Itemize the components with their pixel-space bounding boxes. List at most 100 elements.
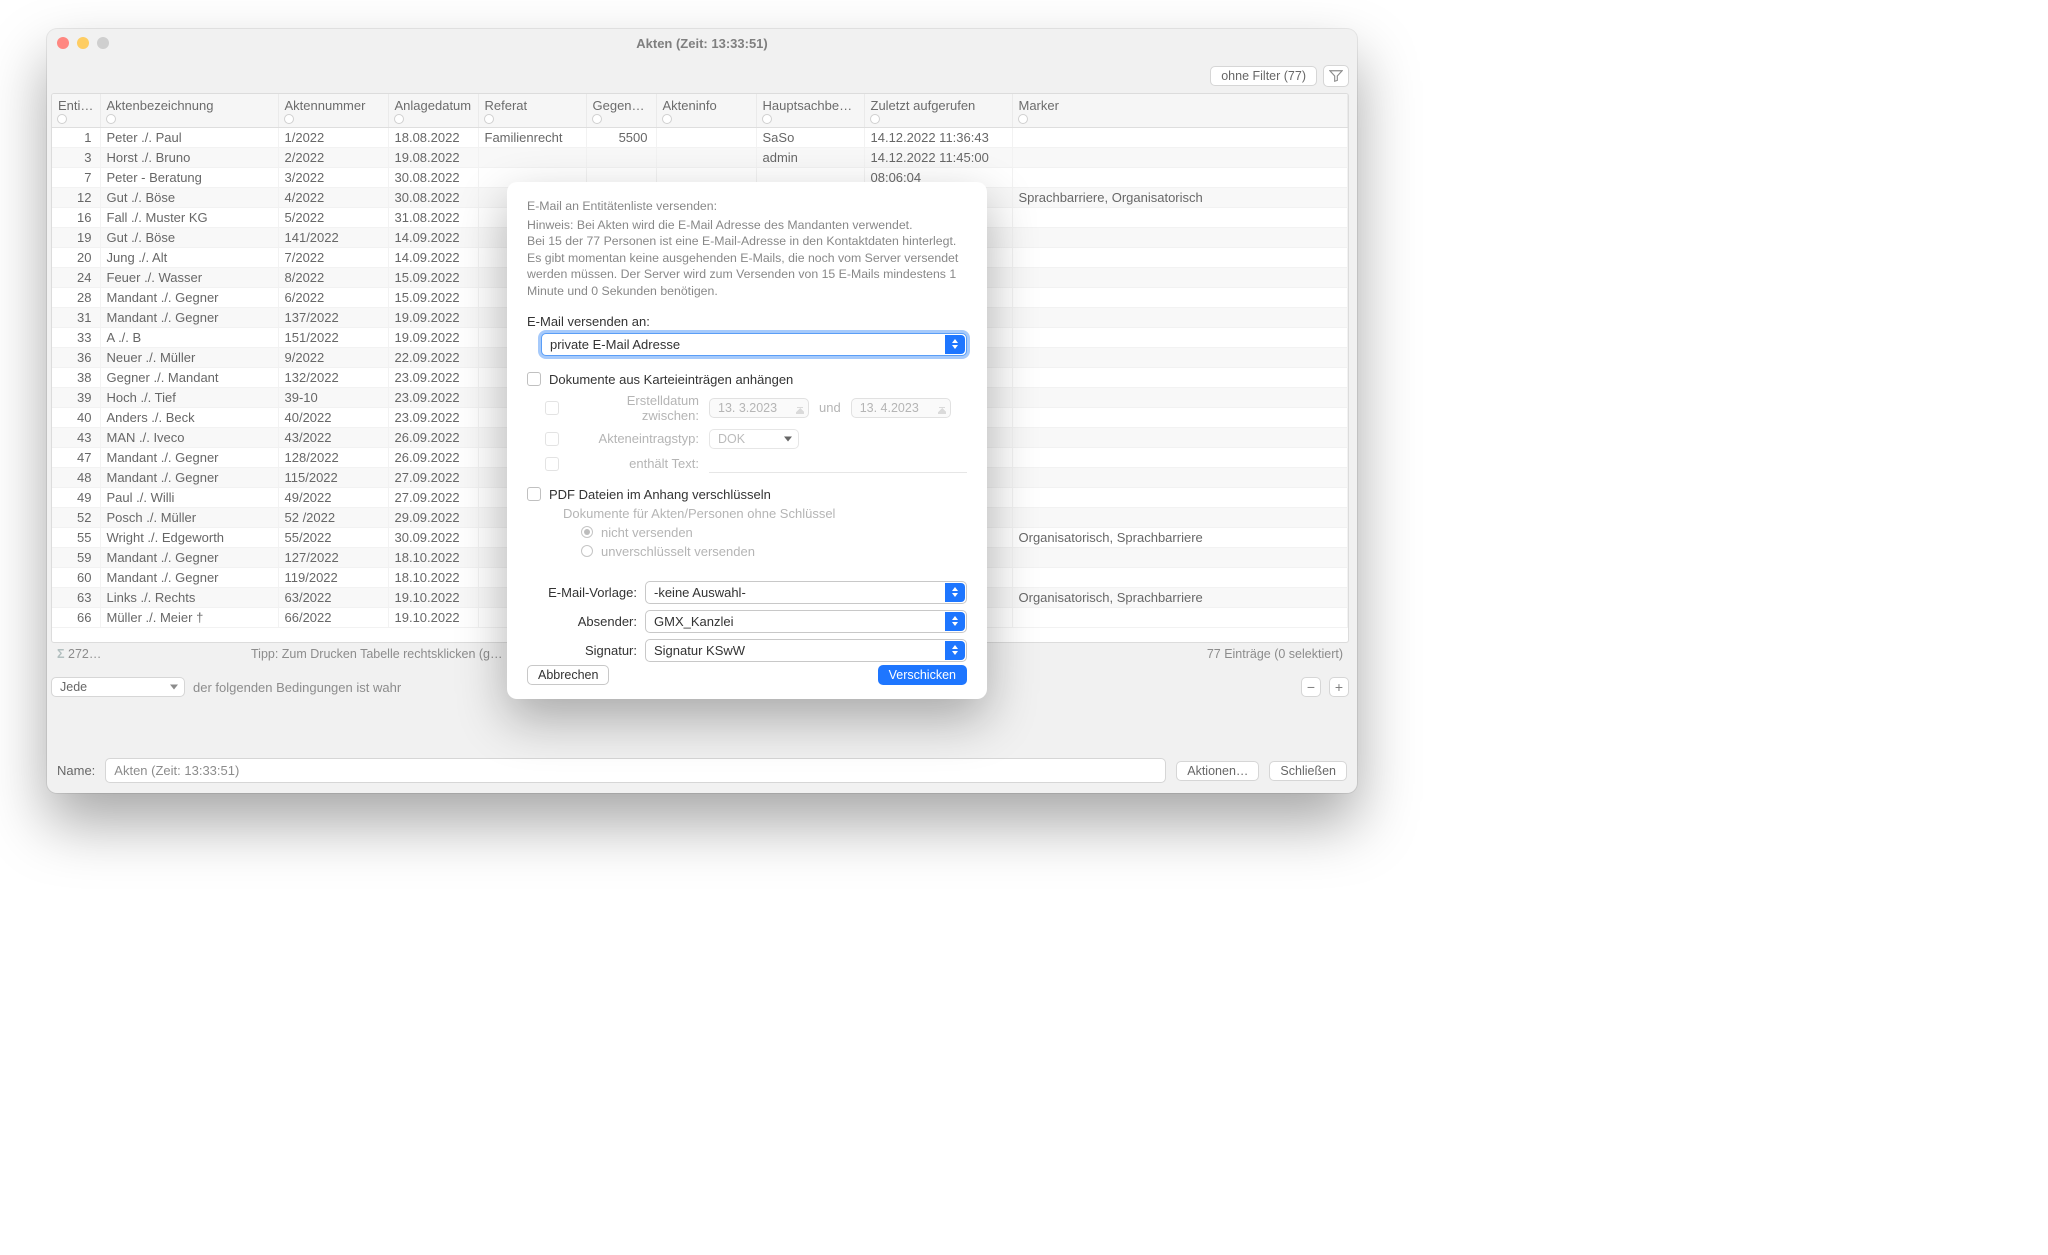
cell-bez: Mandant ./. Gegner: [100, 568, 278, 588]
column-header[interactable]: Entit…: [52, 94, 100, 128]
cell-bez: Peter - Beratung: [100, 168, 278, 188]
cell-dat: 19.10.2022: [388, 588, 478, 608]
filter-label: ohne Filter (77): [1221, 69, 1306, 83]
cell-mark: [1012, 568, 1348, 588]
cell-dat: 26.09.2022: [388, 428, 478, 448]
cell-dat: 19.08.2022: [388, 148, 478, 168]
email-modal: E-Mail an Entitätenliste versenden: Hinw…: [507, 182, 987, 699]
cell-bez: Feuer ./. Wasser: [100, 268, 278, 288]
cell-mark: [1012, 148, 1348, 168]
filter-icon-button[interactable]: [1323, 65, 1349, 87]
cell-dat: 15.09.2022: [388, 268, 478, 288]
cell-nr: 1/2022: [278, 128, 388, 148]
contains-checkbox: [545, 457, 559, 471]
cell-nr: 9/2022: [278, 348, 388, 368]
condition-text: der folgenden Bedingungen ist wahr: [193, 680, 401, 695]
column-header[interactable]: Aktenbezeichnung: [100, 94, 278, 128]
cell-nr: 5/2022: [278, 208, 388, 228]
cell-id: 16: [52, 208, 100, 228]
cell-bez: MAN ./. Iveco: [100, 428, 278, 448]
column-header[interactable]: Referat: [478, 94, 586, 128]
close-label: Schließen: [1280, 764, 1336, 778]
cell-nr: 63/2022: [278, 588, 388, 608]
nokey-label: Dokumente für Akten/Personen ohne Schlüs…: [563, 506, 967, 521]
and-label: und: [819, 400, 841, 415]
column-header[interactable]: Aktennummer: [278, 94, 388, 128]
close-button[interactable]: Schließen: [1269, 761, 1347, 781]
cell-nr: 6/2022: [278, 288, 388, 308]
column-header[interactable]: Akteninfo: [656, 94, 756, 128]
cell-id: 19: [52, 228, 100, 248]
sender-select[interactable]: GMX_Kanzlei: [645, 610, 967, 633]
cell-id: 48: [52, 468, 100, 488]
filter-button[interactable]: ohne Filter (77): [1210, 66, 1317, 86]
funnel-icon: [1329, 69, 1343, 83]
cell-id: 40: [52, 408, 100, 428]
send-to-select[interactable]: private E-Mail Adresse: [541, 333, 967, 356]
column-header[interactable]: Hauptsachbearbeiter: [756, 94, 864, 128]
sigma-icon: Σ: [57, 647, 65, 661]
cell-mark: [1012, 388, 1348, 408]
cell-id: 20: [52, 248, 100, 268]
date-from-field: 13. 3.2023: [709, 398, 809, 418]
cell-nr: 115/2022: [278, 468, 388, 488]
date-from-value: 13. 3.2023: [718, 401, 777, 415]
cell-dat: 18.08.2022: [388, 128, 478, 148]
column-header[interactable]: Zuletzt aufgerufen: [864, 94, 1012, 128]
cell-dat: 19.10.2022: [388, 608, 478, 628]
cell-mark: [1012, 608, 1348, 628]
cell-bez: Links ./. Rechts: [100, 588, 278, 608]
contains-text-field: [709, 455, 967, 473]
cancel-button[interactable]: Abbrechen: [527, 665, 609, 685]
name-field[interactable]: Akten (Zeit: 13:33:51): [105, 758, 1166, 783]
column-header[interactable]: Anlagedatum: [388, 94, 478, 128]
send-button[interactable]: Verschicken: [878, 665, 967, 685]
cell-dat: 26.09.2022: [388, 448, 478, 468]
column-header[interactable]: Marker: [1012, 94, 1348, 128]
cell-nr: 7/2022: [278, 248, 388, 268]
cell-nr: 49/2022: [278, 488, 388, 508]
cell-bez: Müller ./. Meier †: [100, 608, 278, 628]
cell-dat: 30.09.2022: [388, 528, 478, 548]
column-header[interactable]: Gegenstand…: [586, 94, 656, 128]
attach-docs-label: Dokumente aus Karteieinträgen anhängen: [549, 372, 793, 387]
cell-bez: Fall ./. Muster KG: [100, 208, 278, 228]
cell-dat: 23.09.2022: [388, 408, 478, 428]
condition-mode-select[interactable]: Jede: [51, 677, 185, 697]
cell-dat: 22.09.2022: [388, 348, 478, 368]
template-value: -keine Auswahl-: [654, 585, 746, 600]
cell-mark: [1012, 288, 1348, 308]
cell-nr: 39-10: [278, 388, 388, 408]
cell-mark: [1012, 228, 1348, 248]
cell-geg: [586, 148, 656, 168]
cell-bez: Gegner ./. Mandant: [100, 368, 278, 388]
add-condition-button[interactable]: +: [1329, 677, 1349, 697]
remove-condition-button[interactable]: −: [1301, 677, 1321, 697]
template-select[interactable]: -keine Auswahl-: [645, 581, 967, 604]
signature-select[interactable]: Signatur KSwW: [645, 639, 967, 662]
cell-za: 14.12.2022 11:45:00: [864, 148, 1012, 168]
cell-id: 12: [52, 188, 100, 208]
cell-id: 60: [52, 568, 100, 588]
table-row[interactable]: 1Peter ./. Paul1/202218.08.2022Familienr…: [52, 128, 1348, 148]
cell-dat: 30.08.2022: [388, 188, 478, 208]
window-title: Akten (Zeit: 13:33:51): [47, 36, 1357, 51]
table-row[interactable]: 3Horst ./. Bruno2/202219.08.2022admin14.…: [52, 148, 1348, 168]
cell-dat: 14.09.2022: [388, 248, 478, 268]
cell-nr: 2/2022: [278, 148, 388, 168]
cell-id: 3: [52, 148, 100, 168]
cell-mark: [1012, 428, 1348, 448]
actions-button[interactable]: Aktionen…: [1176, 761, 1259, 781]
cell-za: 14.12.2022 11:36:43: [864, 128, 1012, 148]
cell-nr: 128/2022: [278, 448, 388, 468]
cell-id: 52: [52, 508, 100, 528]
cell-bez: Mandant ./. Gegner: [100, 308, 278, 328]
attach-docs-checkbox[interactable]: [527, 372, 541, 386]
encrypt-checkbox[interactable]: [527, 487, 541, 501]
cell-info: [656, 128, 756, 148]
cell-mark: Sprachbarriere, Organisatorisch: [1012, 188, 1348, 208]
cell-dat: 30.08.2022: [388, 168, 478, 188]
cell-nr: 43/2022: [278, 428, 388, 448]
cell-id: 38: [52, 368, 100, 388]
cell-ref: Familienrecht: [478, 128, 586, 148]
